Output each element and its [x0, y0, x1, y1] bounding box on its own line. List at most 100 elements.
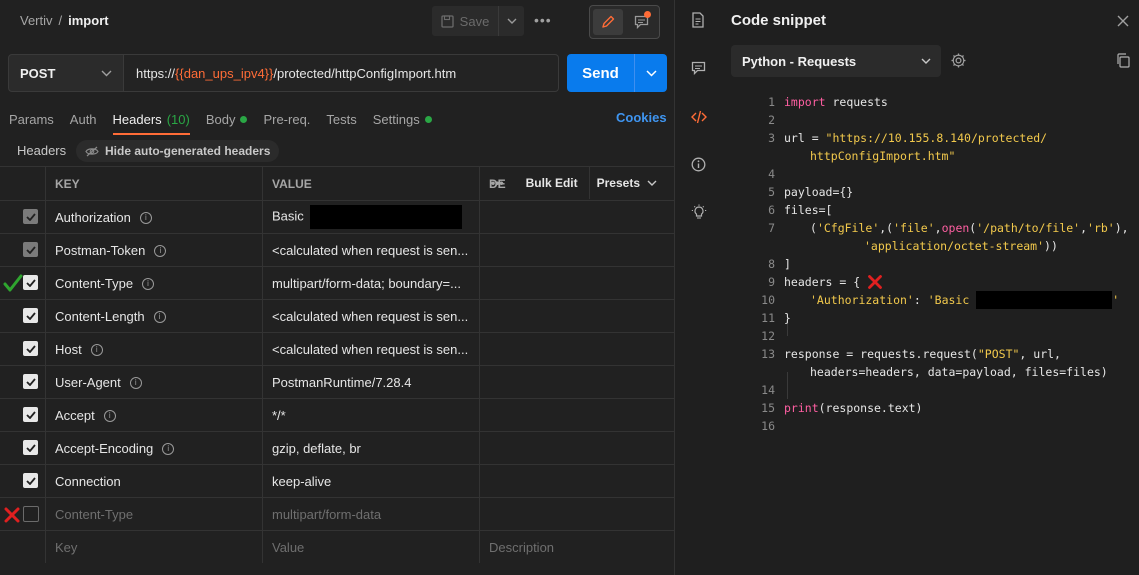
- info-icon[interactable]: i: [142, 278, 155, 291]
- edit-mode-button[interactable]: [593, 9, 623, 35]
- line-number: 6: [768, 203, 775, 217]
- language-label: Python - Requests: [742, 53, 857, 69]
- row-checkbox[interactable]: [23, 407, 38, 422]
- info-icon[interactable]: i: [103, 410, 116, 423]
- code-icon[interactable]: [691, 110, 707, 124]
- save-button[interactable]: Save: [432, 6, 498, 36]
- line-number: 1: [768, 95, 775, 109]
- check-icon: [25, 245, 36, 254]
- tab-body[interactable]: Body: [206, 110, 248, 128]
- row-checkbox[interactable]: [23, 506, 39, 522]
- send-button[interactable]: Send: [567, 54, 634, 92]
- hide-auto-headers-button[interactable]: Hide auto-generated headers: [76, 140, 280, 162]
- close-icon[interactable]: [1117, 15, 1129, 27]
- line-number: 3: [768, 131, 775, 145]
- breadcrumb-request[interactable]: import: [68, 13, 108, 28]
- row-checkbox[interactable]: [23, 209, 38, 224]
- tab-settings[interactable]: Settings: [373, 110, 432, 128]
- code-line: ]: [784, 257, 791, 271]
- tab-params[interactable]: Params: [9, 110, 54, 128]
- info-icon[interactable]: i: [90, 344, 103, 357]
- tab-pre-request[interactable]: Pre-req.: [263, 110, 310, 128]
- info-circle-icon[interactable]: [691, 157, 706, 172]
- documentation-mode-button[interactable]: [626, 9, 656, 35]
- line-number: 2: [768, 113, 775, 127]
- header-description[interactable]: [479, 332, 674, 366]
- send-dropdown-button[interactable]: [634, 54, 668, 92]
- table-row: User-Agent i PostmanRuntime/7.28.4: [0, 365, 674, 399]
- chevron-down-icon: [647, 180, 657, 186]
- table-more-button[interactable]: •••: [491, 176, 504, 190]
- toolbar-divider: [589, 166, 590, 199]
- request-pane: Vertiv / import Save ••• POST https://{{da…: [0, 0, 674, 575]
- bulk-edit-button[interactable]: Bulk Edit: [526, 176, 578, 190]
- header-description[interactable]: [479, 299, 674, 333]
- table-row-new: Key Value Description: [0, 530, 674, 563]
- tab-tests[interactable]: Tests: [326, 110, 356, 128]
- header-key: Postman-Token: [55, 242, 146, 258]
- breadcrumb-workspace[interactable]: Vertiv: [20, 13, 53, 28]
- code-line: headers=headers, data=payload, files=fil…: [810, 365, 1108, 379]
- lightbulb-icon[interactable]: [691, 204, 707, 220]
- check-icon: [25, 212, 36, 221]
- code-line: print(response.text): [784, 401, 923, 415]
- unsaved-indicator: [644, 11, 651, 18]
- status-dot: [424, 115, 432, 123]
- line-number: 11: [761, 311, 775, 325]
- save-dropdown-button[interactable]: [498, 6, 525, 36]
- info-icon[interactable]: i: [139, 212, 152, 225]
- more-actions-button[interactable]: •••: [534, 12, 552, 28]
- chevron-down-icon: [646, 69, 657, 77]
- header-description[interactable]: [479, 200, 674, 234]
- info-icon[interactable]: i: [154, 245, 167, 258]
- header-description[interactable]: [479, 497, 674, 531]
- url-path: /protected/httpConfigImport.htm: [273, 65, 457, 81]
- header-description[interactable]: [479, 365, 674, 399]
- settings-gear-icon[interactable]: [950, 52, 967, 69]
- header-description[interactable]: [479, 398, 674, 432]
- breadcrumb-separator: /: [58, 13, 63, 28]
- info-icon[interactable]: i: [129, 377, 142, 390]
- header-description[interactable]: [479, 233, 674, 267]
- url-variable: {{dan_ups_ipv4}}: [175, 65, 274, 81]
- code-line: }: [784, 311, 791, 325]
- row-checkbox[interactable]: [23, 275, 38, 290]
- presets-button[interactable]: Presets: [597, 176, 657, 190]
- cookies-link[interactable]: Cookies: [616, 110, 667, 125]
- info-icon[interactable]: i: [162, 443, 175, 456]
- header-key: Accept: [55, 407, 95, 423]
- method-select[interactable]: POST: [8, 54, 124, 92]
- header-key: Content-Length: [55, 308, 145, 324]
- header-key: Accept-Encoding: [55, 440, 154, 456]
- document-icon[interactable]: [691, 12, 705, 28]
- check-icon: [25, 410, 36, 419]
- tab-label: Auth: [69, 111, 97, 127]
- row-checkbox[interactable]: [23, 341, 38, 356]
- row-checkbox[interactable]: [23, 473, 38, 488]
- row-checkbox[interactable]: [23, 440, 38, 455]
- check-icon: [25, 278, 36, 287]
- header-value: <calculated when request is sen...: [272, 242, 469, 258]
- row-checkbox[interactable]: [23, 308, 38, 323]
- row-checkbox[interactable]: [23, 242, 38, 257]
- line-number: 13: [761, 347, 775, 361]
- tab-auth[interactable]: Auth: [70, 110, 97, 128]
- language-select[interactable]: Python - Requests: [731, 45, 941, 77]
- header-description[interactable]: [479, 431, 674, 465]
- row-checkbox[interactable]: [23, 374, 38, 389]
- header-description[interactable]: [479, 266, 674, 300]
- tab-label: Body: [205, 111, 236, 127]
- code-block[interactable]: 1 import requests 2 3 url = "https://10.…: [755, 93, 1135, 443]
- tab-headers[interactable]: Headers (10): [112, 110, 191, 135]
- line-number: 16: [761, 419, 775, 433]
- header-description[interactable]: [479, 464, 674, 498]
- status-dot: [240, 115, 248, 123]
- info-icon[interactable]: i: [153, 311, 166, 324]
- url-input[interactable]: https://{{dan_ups_ipv4}}/protected/httpC…: [124, 54, 559, 92]
- header-value: multipart/form-data: [272, 506, 382, 522]
- check-icon: [25, 311, 36, 320]
- tab-label: Params: [9, 111, 54, 127]
- column-header-key: KEY: [45, 166, 263, 201]
- comment-icon[interactable]: [691, 61, 706, 75]
- copy-icon[interactable]: [1116, 53, 1130, 68]
